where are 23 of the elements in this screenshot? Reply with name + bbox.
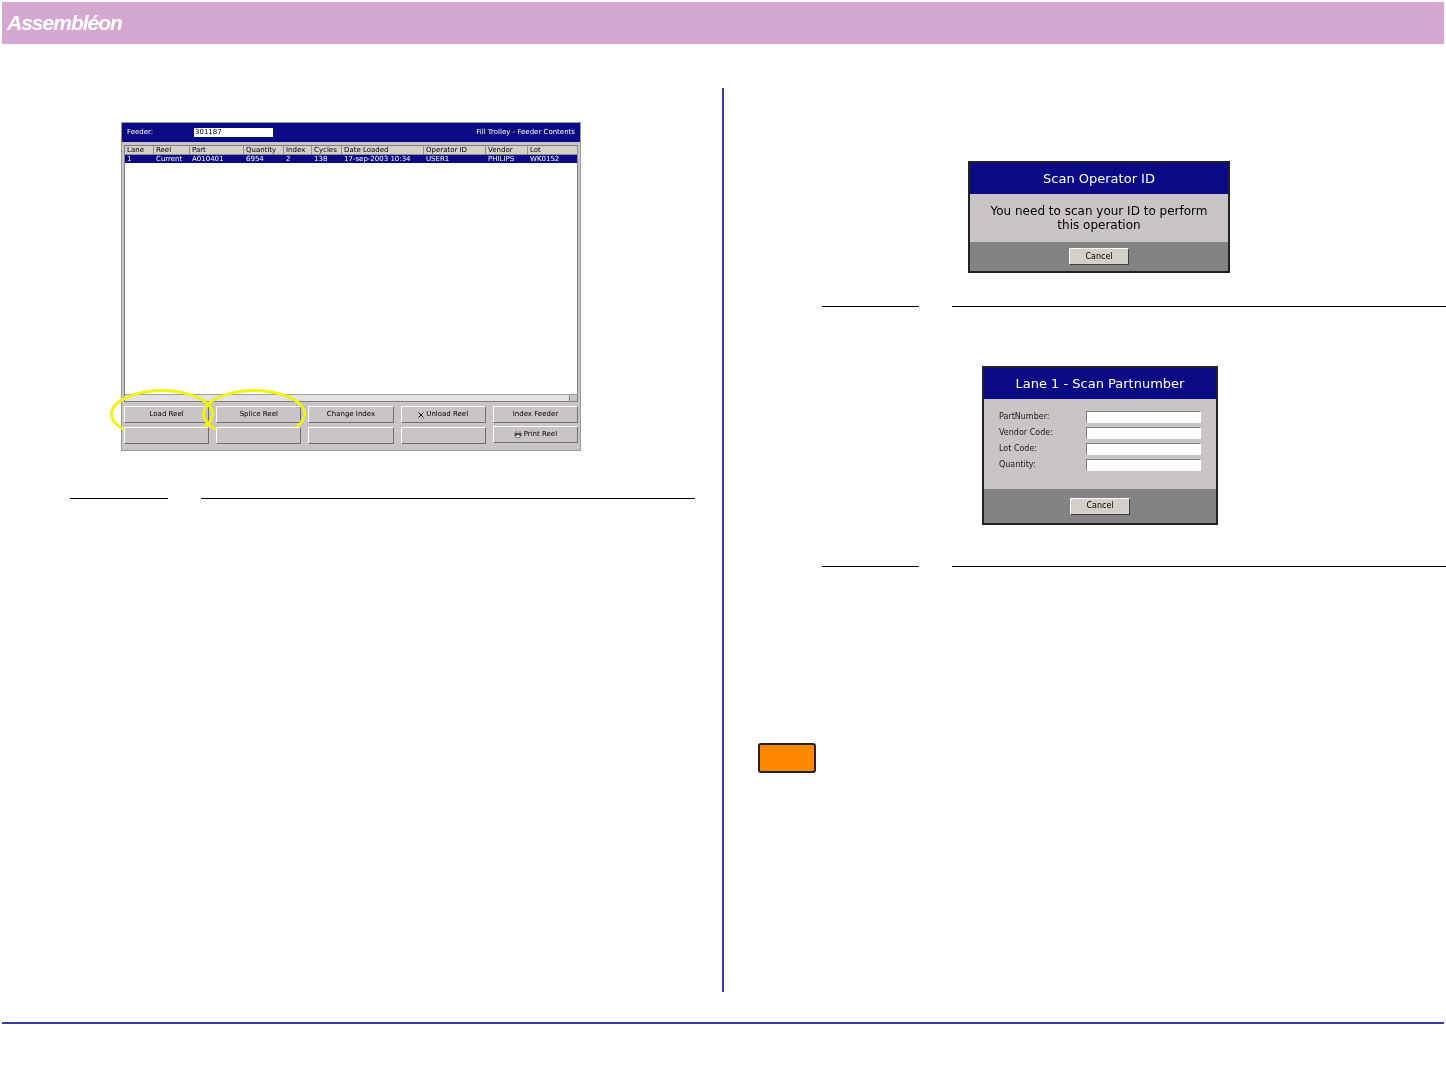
field-label: Quantity: [999,459,1037,471]
dialog-title: Lane 1 - Scan Partnumber [1015,374,1185,393]
note-marker [758,743,816,773]
field-label: Vendor Code: [999,427,1054,439]
cancel-button[interactable]: Cancel [1070,497,1130,515]
logo: Assembléon [7,10,122,37]
field-label: Lot Code: [999,443,1039,455]
input-field[interactable] [1086,459,1201,471]
dialog-title: Scan Operator ID [1043,169,1155,188]
field-label: PartNumber: [999,411,1051,423]
blank-button[interactable] [124,427,210,444]
input-field[interactable] [1086,443,1201,455]
blank-button[interactable] [216,427,302,444]
horizontal-scrollbar[interactable] [125,394,577,401]
input-field[interactable] [1086,411,1201,423]
blank-button[interactable] [308,427,394,444]
printer-icon [513,431,522,438]
input-field[interactable] [1086,427,1201,439]
dialog-message: You need to scan your ID to perform this operation [989,204,1209,232]
cancel-button[interactable]: Cancel [1069,248,1129,265]
blank-button[interactable] [400,427,486,444]
scroll-thumb[interactable] [569,395,577,401]
close-icon [418,411,425,418]
